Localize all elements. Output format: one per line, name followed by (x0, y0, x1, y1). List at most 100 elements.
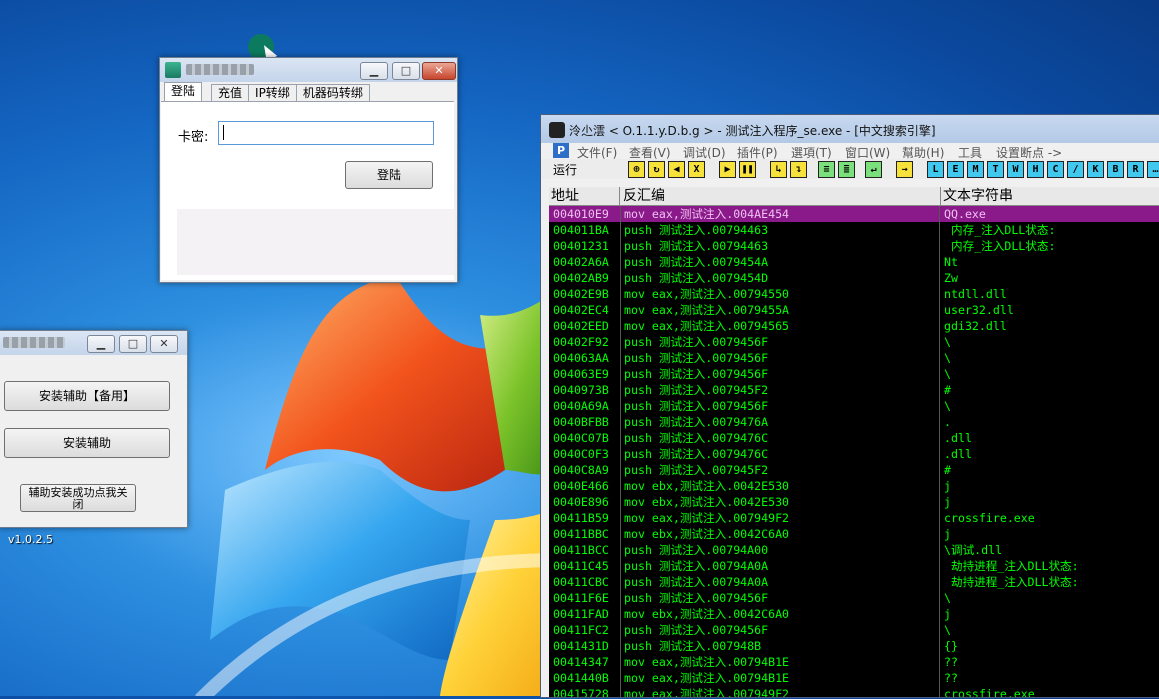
login-tab-strip: 登陆 充值 IP转绑 机器码转绑 (164, 82, 370, 102)
trace-over-icon[interactable]: ≣ (838, 161, 855, 178)
table-row[interactable]: 0041440B mov eax,测试注入.00794B1E?? (549, 670, 1159, 686)
table-row[interactable]: 00402AB9 push 测试注入.0079454D Zw (549, 270, 1159, 286)
table-row[interactable]: 00415728 mov eax,测试注入.007949F2 crossfire.e… (549, 686, 1159, 698)
table-row[interactable]: 0040A69A push 测试注入.0079456F \ (549, 398, 1159, 414)
tab-recharge[interactable]: 充值 (211, 84, 250, 102)
table-row[interactable]: 004063AA push 测试注入.0079456F \ (549, 350, 1159, 366)
trace-into-icon[interactable]: ≡ (818, 161, 835, 178)
row-text-string: 劫持进程_注入DLL状态: (944, 575, 1079, 589)
run-icon[interactable]: ▶ (719, 161, 736, 178)
step-into-icon[interactable]: ↳ (770, 161, 787, 178)
table-row[interactable]: 00411BCC push 测试注入.00794A00 \调试.dll (549, 542, 1159, 558)
row-address: 0041440B (553, 671, 609, 685)
login-window-titlebar[interactable]: ▁ □ ✕ (160, 58, 457, 82)
call-stack-window-button[interactable]: K (1087, 161, 1104, 178)
column-disassembly[interactable]: 反汇编 (621, 187, 941, 205)
install-backup-button[interactable]: 安装辅助【备用】 (4, 381, 170, 411)
table-row[interactable]: 0041431D push 测试注入.007948B {} (549, 638, 1159, 654)
open-icon[interactable]: ⊕ (628, 161, 645, 178)
row-text-string: crossfire.exe (944, 511, 1035, 525)
row-disassembly: push 测试注入.0079456F (624, 591, 769, 605)
tab-ip-rebind[interactable]: IP转绑 (248, 84, 297, 102)
table-row[interactable]: 00402F92 push 测试注入.0079456F \ (549, 334, 1159, 350)
maximize-button[interactable]: □ (119, 335, 147, 353)
table-row[interactable]: 00411C45 push 测试注入.00794A0A 劫持进程_注入DLL状态: (549, 558, 1159, 574)
row-address: 00402EC4 (553, 303, 609, 317)
row-text-string: j (944, 479, 951, 493)
minimize-button[interactable]: ▁ (87, 335, 115, 353)
restart-icon[interactable]: ↻ (648, 161, 665, 178)
modules-window-button[interactable]: E (947, 161, 964, 178)
table-row[interactable]: 004063E9 push 测试注入.0079456F \ (549, 366, 1159, 382)
rewind-icon[interactable]: ◀ (668, 161, 685, 178)
install-button[interactable]: 安装辅助 (4, 428, 170, 458)
row-text-string: \ (944, 335, 951, 349)
table-row[interactable]: 00411FC2 push 测试注入.0079456F \ (549, 622, 1159, 638)
handles-window-button[interactable]: H (1027, 161, 1044, 178)
row-text-string: \ (944, 367, 951, 381)
table-row[interactable]: 0040BFBB push 测试注入.0079476A. (549, 414, 1159, 430)
table-row[interactable]: 0040C07B push 测试注入.0079476C .dll (549, 430, 1159, 446)
minimize-button[interactable]: ▁ (360, 62, 388, 80)
tab-machine-code-rebind[interactable]: 机器码转绑 (295, 84, 370, 102)
table-row[interactable]: 00402EED mov eax,测试注入.00794565 gdi32.dll (549, 318, 1159, 334)
goto-icon[interactable]: → (896, 161, 913, 178)
row-text-string: {} (944, 639, 958, 653)
table-row[interactable]: 00411FAD mov ebx,测试注入.0042C6A0 j (549, 606, 1159, 622)
row-address: 0040E896 (553, 495, 609, 509)
row-disassembly: push 测试注入.007948B (624, 639, 762, 653)
column-address[interactable]: 地址 (549, 187, 620, 205)
table-row[interactable]: 00402A6A push 测试注入.0079454A Nt (549, 254, 1159, 270)
debugger-titlebar[interactable]: 泠尐澐 < O.1.1.y.D.b.g > - 测试注入程序_se.exe - … (541, 115, 1159, 143)
close-button-label-line2: 闭 (72, 498, 84, 511)
more-toolbar-icon[interactable]: … (1147, 161, 1159, 178)
cpu-window-button[interactable]: C (1047, 161, 1064, 178)
windows-window-button[interactable]: W (1007, 161, 1024, 178)
table-row[interactable]: 00411BBC mov ebx,测试注入.0042C6A0 j (549, 526, 1159, 542)
row-address: 004063AA (553, 351, 609, 365)
row-text-string: # (944, 463, 951, 477)
table-row[interactable]: 0040E466 mov ebx,测试注入.0042E530 j (549, 478, 1159, 494)
close-after-install-button[interactable]: 辅助安装成功点我关 闭 (20, 484, 136, 512)
memory-window-button[interactable]: M (967, 161, 984, 178)
table-row[interactable]: 00414347 mov eax,测试注入.00794B1E?? (549, 654, 1159, 670)
column-divider (620, 206, 621, 697)
execute-till-return-icon[interactable]: ↵ (865, 161, 882, 178)
table-row[interactable]: 0040973B push 测试注入.007945F2 # (549, 382, 1159, 398)
row-disassembly: push 测试注入.00794A0A (624, 575, 769, 589)
close-process-icon[interactable]: X (688, 161, 705, 178)
results-list[interactable]: 004010E9 mov eax,测试注入.004AE454 QQ.exe 00401… (549, 206, 1159, 697)
references-window-button[interactable]: R (1127, 161, 1144, 178)
table-row[interactable]: 0040C8A9 push 测试注入.007945F2 # (549, 462, 1159, 478)
login-info-area (177, 209, 454, 275)
patches-window-button[interactable]: / (1067, 161, 1084, 178)
close-button[interactable]: ✕ (422, 62, 456, 80)
table-row[interactable]: 00411CBC push 测试注入.00794A0A 劫持进程_注入DLL状态: (549, 574, 1159, 590)
threads-window-button[interactable]: T (987, 161, 1004, 178)
table-row[interactable]: 0040E896 mov ebx,测试注入.0042E530 j (549, 494, 1159, 510)
pause-icon[interactable]: ❚❚ (739, 161, 756, 178)
row-text-string: \ (944, 623, 951, 637)
table-row[interactable]: 0040C0F3 push 测试注入.0079476C .dll (549, 446, 1159, 462)
login-button[interactable]: 登陆 (345, 161, 433, 189)
row-text-string: crossfire.exe (944, 687, 1035, 698)
maximize-button[interactable]: □ (392, 62, 420, 80)
log-window-button[interactable]: L (927, 161, 944, 178)
plugin-p-icon[interactable]: P (553, 143, 569, 158)
table-row[interactable]: 00411B59 mov eax,测试注入.007949F2 crossfire.e… (549, 510, 1159, 526)
column-text-string[interactable]: 文本字符串 (941, 187, 1159, 205)
breakpoints-window-button[interactable]: B (1107, 161, 1124, 178)
table-row[interactable]: 00402E9B mov eax,测试注入.00794550 ntdll.dll (549, 286, 1159, 302)
table-row[interactable]: 00401231 push 测试注入.00794463 内存_注入DLL状态: (549, 238, 1159, 254)
card-key-input[interactable] (218, 121, 434, 145)
table-row[interactable]: 00411F6E push 测试注入.0079456F \ (549, 590, 1159, 606)
table-row[interactable]: 004011BA push 测试注入.00794463 内存_注入DLL状态: (549, 222, 1159, 238)
row-disassembly: mov eax,测试注入.00794B1E (624, 655, 790, 669)
table-row[interactable]: 00402EC4 mov eax,测试注入.0079455A user32.dll (549, 302, 1159, 318)
tab-login[interactable]: 登陆 (164, 82, 203, 102)
table-row[interactable]: 004010E9 mov eax,测试注入.004AE454 QQ.exe (549, 206, 1159, 222)
row-disassembly: push 测试注入.0079476C (624, 431, 769, 445)
step-over-icon[interactable]: ↴ (790, 161, 807, 178)
close-button[interactable]: ✕ (150, 335, 178, 353)
installer-window-titlebar[interactable]: ▁ □ ✕ (0, 331, 187, 355)
